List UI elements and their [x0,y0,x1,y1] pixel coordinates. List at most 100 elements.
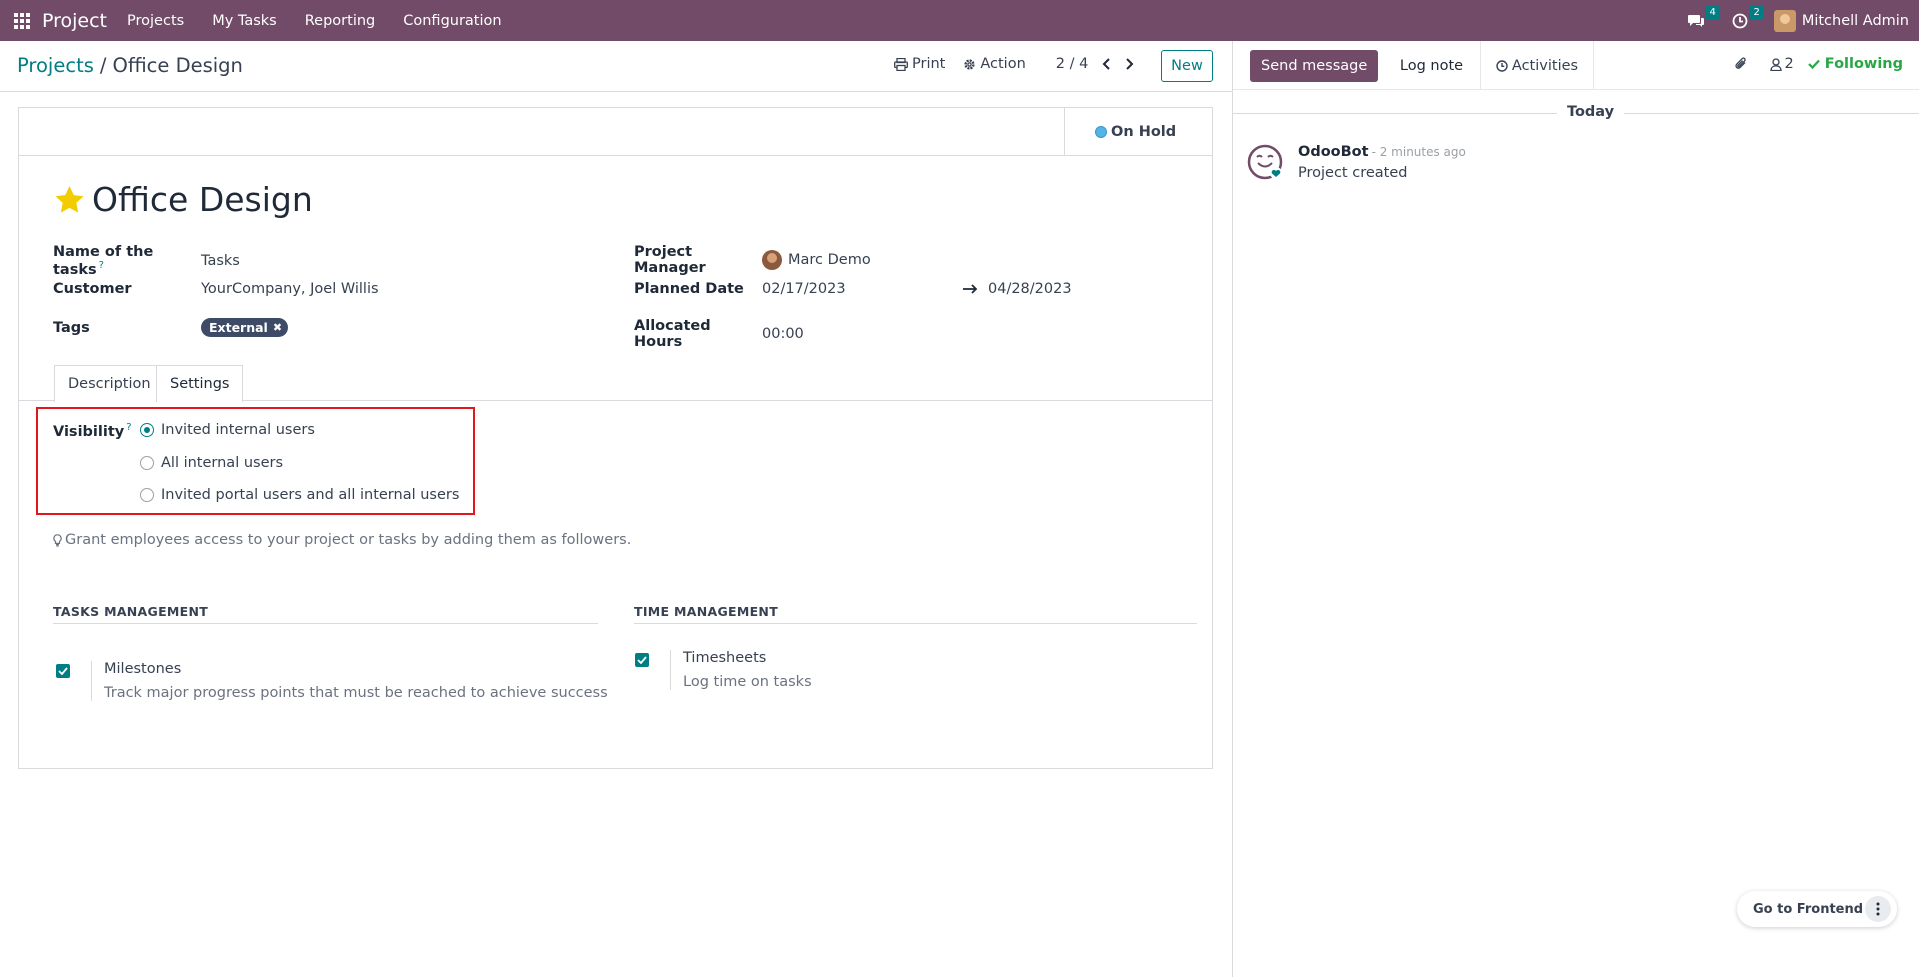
menu-reporting[interactable]: Reporting [305,13,376,29]
visibility-label: Visibility? [53,422,132,440]
visibility-option-invited-internal[interactable]: Invited internal users [140,422,315,438]
allocated-hours-row: Allocated Hours 00:00 [634,318,804,350]
milestones-setting: Milestones Track major progress points t… [56,661,608,701]
manager-label: Project Manager [634,244,706,276]
status-label: On Hold [1111,124,1177,140]
app-name[interactable]: Project [42,10,107,32]
check-icon [637,656,647,664]
menu-my-tasks[interactable]: My Tasks [212,13,277,29]
milestones-title: Milestones [104,661,182,677]
planned-date-row: Planned Date 02/17/2023 04/28/2023 [634,281,1072,297]
chatter-message: OdooBot - 2 minutes ago Project created [1247,144,1466,181]
tasks-management-title: TASKS MANAGEMENT [53,604,598,624]
help-icon[interactable]: ? [126,422,131,433]
tasks-name-row: Name of the tasks? Tasks [53,244,240,278]
activities-label: Activities [1511,57,1579,74]
check-icon [58,667,68,675]
clock-icon [1496,59,1508,72]
form-actions: Print Action 2 / 4 [894,56,1144,72]
allocated-hours-label: Allocated Hours [634,318,711,350]
print-button[interactable]: Print [894,56,945,72]
tag-label: External [209,320,268,335]
user-avatar[interactable] [1773,9,1796,32]
send-message-button[interactable]: Send message [1250,50,1379,82]
paperclip-icon[interactable] [1734,56,1748,72]
radio-button[interactable] [140,488,154,502]
milestones-body: Milestones Track major progress points t… [91,661,608,701]
tasks-name-field[interactable]: Tasks [201,253,240,269]
time-management-title: TIME MANAGEMENT [634,604,1197,624]
breadcrumb-current: Office Design [112,54,243,77]
new-button[interactable]: New [1161,50,1213,82]
chevron-right-icon[interactable] [1122,57,1136,71]
customer-row: Customer YourCompany, Joel Willis [53,281,379,297]
radio-label: Invited internal users [161,422,315,438]
statusbar: On Hold [19,108,1212,156]
planned-start-field[interactable]: 02/17/2023 [762,281,963,297]
messaging-menu[interactable]: 4 [1686,5,1720,31]
radio-button[interactable] [140,423,154,437]
apps-grid-icon[interactable] [14,12,30,29]
kebab-menu-icon[interactable] [1865,896,1891,922]
go-to-frontend-widget: Go to Frontend [1737,891,1897,927]
radio-button[interactable] [140,456,154,470]
message-author[interactable]: OdooBot [1298,144,1369,160]
timesheets-checkbox[interactable] [635,653,649,667]
followers-button[interactable]: 2 [1769,56,1794,72]
printer-icon [894,57,908,71]
customer-label: Customer [53,281,132,297]
message-content: OdooBot - 2 minutes ago Project created [1298,144,1466,181]
pager-value[interactable]: 2 / 4 [1056,56,1089,72]
visibility-option-all-internal[interactable]: All internal users [140,455,283,471]
status-dot-icon [1095,126,1107,138]
user-name[interactable]: Mitchell Admin [1802,13,1909,29]
status-widget[interactable]: On Hold [1064,108,1212,156]
activities-button[interactable]: Activities [1481,41,1594,90]
manager-row: Project Manager Marc Demo [634,244,871,276]
tags-row: Tags External ✖ [53,318,289,337]
action-button[interactable]: Action [963,56,1026,72]
gear-icon [964,58,975,70]
star-icon[interactable] [53,184,86,216]
tag-external[interactable]: External ✖ [201,318,289,337]
tab-description[interactable]: Description [54,365,165,402]
chatter-topbar: Send message Log note Activities 2 Follo… [1233,41,1919,90]
clock-icon [1732,13,1748,28]
radio-label: Invited portal users and all internal us… [161,487,460,503]
title-row: Office Design [53,180,313,219]
visibility-hint: Grant employees access to your project o… [53,532,631,548]
planned-end-field[interactable]: 04/28/2023 [988,281,1072,297]
timesheets-title: Timesheets [683,650,767,666]
control-panel: Projects / Office Design Print Action 2 / … [0,41,1232,92]
tag-remove-icon[interactable]: ✖ [273,321,282,334]
tab-settings[interactable]: Settings [156,365,244,402]
project-title[interactable]: Office Design [92,180,313,219]
message-body: Project created [1298,165,1408,181]
chevron-left-icon[interactable] [1100,57,1114,71]
activity-menu[interactable]: 2 [1730,5,1764,31]
odoobot-avatar-icon [1247,144,1283,180]
menu-projects[interactable]: Projects [127,13,184,29]
radio-label: All internal users [161,455,284,471]
help-icon[interactable]: ? [99,260,104,271]
milestones-desc: Track major progress points that must be… [104,685,608,701]
breadcrumb-separator: / [99,54,107,77]
check-icon [1807,59,1820,69]
visibility-option-portal[interactable]: Invited portal users and all internal us… [140,487,459,503]
arrow-right-icon [963,284,978,294]
manager-field[interactable]: Marc Demo [788,252,871,268]
following-button[interactable]: Following [1807,56,1903,72]
allocated-hours-field[interactable]: 00:00 [762,326,804,342]
menu-configuration[interactable]: Configuration [403,13,501,29]
manager-avatar [762,250,782,270]
timesheets-body: Timesheets Log time on tasks [670,650,812,690]
customer-field[interactable]: YourCompany, Joel Willis [201,281,379,297]
user-icon [1769,57,1782,71]
top-navbar: Project Projects My Tasks Reporting Conf… [0,0,1919,41]
form-sheet: On Hold Office Design Name of the tasks?… [18,107,1213,769]
lightbulb-icon [53,533,62,547]
log-note-button[interactable]: Log note [1383,41,1481,90]
breadcrumb-projects-link[interactable]: Projects [17,54,94,77]
go-to-frontend-button[interactable]: Go to Frontend [1737,902,1865,917]
milestones-checkbox[interactable] [56,664,70,678]
